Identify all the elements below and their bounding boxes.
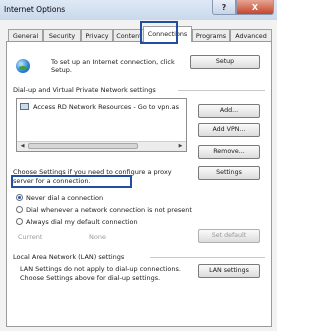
list-item[interactable]: Access RD Network Resources - Go to vpn.… (17, 99, 186, 113)
horizontal-scrollbar[interactable]: ◀ ▶ (17, 141, 186, 151)
lan-separator (150, 257, 265, 258)
radio-always-dial[interactable] (16, 218, 23, 225)
setup-button[interactable]: Setup (190, 55, 260, 69)
remove-button[interactable]: Remove... (198, 145, 260, 159)
radio-dial-whenever-label: Dial whenever a network connection is no… (26, 206, 192, 214)
tab-security[interactable]: Security (43, 29, 81, 41)
vpn-connection-icon (20, 103, 29, 110)
add-vpn-button[interactable]: Add VPN... (198, 123, 260, 137)
lan-text-line1: LAN Settings do not apply to dial-up con… (20, 265, 181, 273)
proxy-text-highlight (11, 175, 132, 188)
add-button[interactable]: Add... (198, 104, 260, 118)
internet-options-window: Internet Options ? X General Security Pr… (0, 0, 277, 331)
lan-text-line2: Choose Settings above for dial-up settin… (20, 274, 161, 282)
tab-programs[interactable]: Programs (192, 29, 230, 41)
scroll-right-arrow-icon[interactable]: ▶ (176, 142, 185, 150)
title-bar[interactable]: Internet Options ? X (0, 0, 277, 20)
scroll-left-arrow-icon[interactable]: ◀ (18, 142, 27, 150)
set-default-button[interactable]: Set default (198, 229, 260, 243)
current-label: Current (18, 233, 43, 241)
radio-never-dial[interactable] (16, 194, 23, 201)
radio-always-dial-label: Always dial my default connection (26, 218, 138, 226)
connection-list[interactable]: Access RD Network Resources - Go to vpn.… (16, 98, 187, 152)
dialup-separator (178, 90, 265, 91)
globe-icon (16, 59, 30, 73)
help-button[interactable]: ? (212, 0, 236, 15)
radio-dial-whenever[interactable] (16, 206, 23, 213)
settings-button[interactable]: Settings (198, 166, 260, 180)
window-title: Internet Options (4, 5, 66, 14)
lan-settings-button[interactable]: LAN settings (198, 264, 260, 278)
setup-text-line1: To set up an Internet connection, click (51, 58, 175, 66)
tab-advanced[interactable]: Advanced (230, 29, 272, 41)
current-value: None (89, 233, 106, 241)
radio-never-dial-label: Never dial a connection (26, 194, 104, 202)
lan-heading: Local Area Network (LAN) settings (13, 253, 125, 261)
scroll-thumb[interactable] (28, 143, 138, 149)
dialup-heading: Dial-up and Virtual Private Network sett… (13, 86, 156, 94)
tab-privacy[interactable]: Privacy (81, 29, 113, 41)
list-item-label: Access RD Network Resources - Go to vpn.… (33, 103, 179, 111)
close-button[interactable]: X (236, 0, 274, 15)
tab-general[interactable]: General (8, 29, 43, 41)
setup-text-line2: Setup. (51, 66, 72, 74)
connections-tab-highlight (140, 21, 178, 44)
